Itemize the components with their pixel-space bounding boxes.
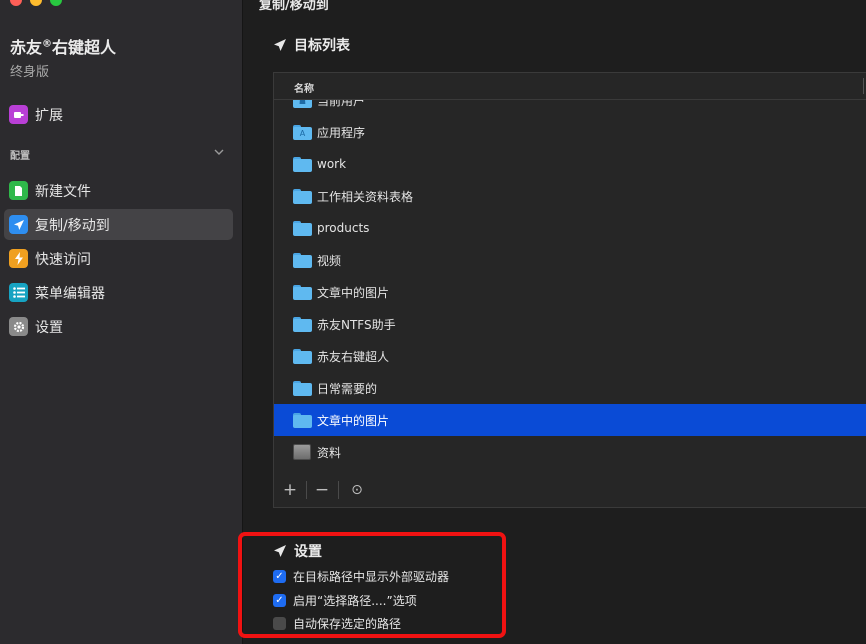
list-item[interactable]: 日常需要的 [274, 372, 866, 404]
folder-icon [293, 412, 312, 428]
folder-icon: ☗ [293, 100, 312, 108]
folder-icon [293, 188, 312, 204]
list-item-label: 当前用户 [317, 100, 366, 108]
folder-icon [293, 252, 312, 268]
sidebar-item-menu-editor[interactable]: 菜单编辑器 [4, 277, 233, 308]
list-item-label: 日常需要的 [317, 381, 378, 396]
list-item-label: 应用程序 [317, 125, 366, 140]
list-item-label: 视频 [317, 253, 342, 268]
red-highlight-annotation [238, 532, 506, 638]
sidebar-item-label: 新建文件 [35, 183, 91, 200]
paper-plane-icon [9, 215, 28, 234]
sidebar-item-label: 快速访问 [35, 251, 91, 268]
page-title: 复制/移动到 [259, 0, 329, 13]
sidebar-item-quick-access[interactable]: 快速访问 [4, 243, 233, 274]
list-item-label: 资料 [317, 445, 342, 460]
list-item-label: products [317, 221, 370, 235]
remove-button[interactable]: − [310, 479, 334, 501]
list-item[interactable]: 赤友NTFS助手 [274, 308, 866, 340]
lightning-icon [9, 249, 28, 268]
toolbar-divider [306, 481, 307, 499]
disk-icon [293, 444, 311, 460]
applications-folder-icon: A [293, 124, 312, 140]
list-item[interactable]: A 应用程序 [274, 116, 866, 148]
sidebar-item-label: 设置 [35, 319, 63, 336]
sidebar: 赤友®右键超人 终身版 扩展 配置 新建文件 复制/移动到 快速访问 菜单编辑器… [0, 0, 243, 644]
column-header-name[interactable]: 名称 [294, 80, 314, 95]
toolbar-divider [338, 481, 339, 499]
chevron-down-icon[interactable] [214, 146, 224, 159]
sidebar-item-label: 菜单编辑器 [35, 285, 105, 302]
zoom-window-button[interactable] [50, 0, 62, 6]
list-item[interactable]: 工作相关资料表格 [274, 180, 866, 212]
close-window-button[interactable] [10, 0, 22, 6]
list-item-label: 工作相关资料表格 [317, 189, 414, 204]
list-item[interactable]: ☗ 当前用户 [274, 100, 866, 116]
folder-icon [293, 156, 312, 172]
column-divider[interactable] [863, 78, 864, 94]
list-rows[interactable]: ☗ 当前用户 A 应用程序 work 工作相关资料表格 products 视频 … [274, 100, 866, 466]
list-icon [9, 283, 28, 302]
target-list: 名称 路 ☗ 当前用户 A 应用程序 work [273, 72, 866, 508]
list-item[interactable]: work [274, 148, 866, 180]
main-panel: 复制/移动到 目标列表 名称 路 ☗ 当前用户 A 应用程序 [238, 0, 866, 644]
folder-icon [293, 316, 312, 332]
list-item[interactable]: 视频 [274, 244, 866, 276]
more-options-button[interactable]: ⊙ [345, 479, 369, 501]
window-controls [10, 0, 62, 6]
registered-mark: ® [42, 38, 53, 50]
list-item-label: 文章中的图片 [317, 413, 390, 428]
sidebar-item-label: 扩展 [35, 107, 63, 124]
sidebar-item-copy-move[interactable]: 复制/移动到 [4, 209, 233, 240]
section-label-config: 配置 [10, 151, 30, 162]
list-item-label: 赤友右键超人 [317, 349, 390, 364]
folder-icon [293, 284, 312, 300]
app-title-name: 赤友 [10, 38, 43, 57]
add-button[interactable]: + [278, 479, 302, 501]
paper-plane-icon [274, 39, 286, 51]
list-item[interactable]: 赤友右键超人 [274, 340, 866, 372]
sidebar-item-settings[interactable]: 设置 [4, 311, 233, 342]
list-footer-toolbar: + − ⊙ [274, 473, 866, 509]
new-file-icon [9, 181, 28, 200]
folder-icon [293, 220, 312, 236]
sidebar-item-new-file[interactable]: 新建文件 [4, 175, 233, 206]
gear-icon [9, 317, 28, 336]
list-item-label: 赤友NTFS助手 [317, 317, 396, 332]
app-window: 赤友®右键超人 终身版 扩展 配置 新建文件 复制/移动到 快速访问 菜单编辑器… [0, 0, 866, 644]
folder-icon [293, 380, 312, 396]
sidebar-item-extensions[interactable]: 扩展 [4, 99, 233, 130]
list-item-label: work [317, 157, 347, 171]
sidebar-item-label: 复制/移动到 [35, 217, 110, 234]
targets-section-title: 目标列表 [273, 35, 350, 55]
list-header: 名称 路 [274, 73, 866, 100]
minimize-window-button[interactable] [30, 0, 42, 6]
app-title: 赤友®右键超人 [10, 34, 116, 58]
app-title-suffix: 右键超人 [52, 38, 117, 57]
puzzle-icon [9, 105, 28, 124]
list-item-label: 文章中的图片 [317, 285, 390, 300]
list-item[interactable]: products [274, 212, 866, 244]
folder-icon [293, 348, 312, 364]
app-edition: 终身版 [10, 65, 50, 80]
list-item[interactable]: 资料 [274, 436, 866, 466]
list-item[interactable]: 文章中的图片 [274, 276, 866, 308]
list-item-selected[interactable]: 文章中的图片 [274, 404, 866, 436]
section-title-label: 目标列表 [294, 38, 350, 54]
